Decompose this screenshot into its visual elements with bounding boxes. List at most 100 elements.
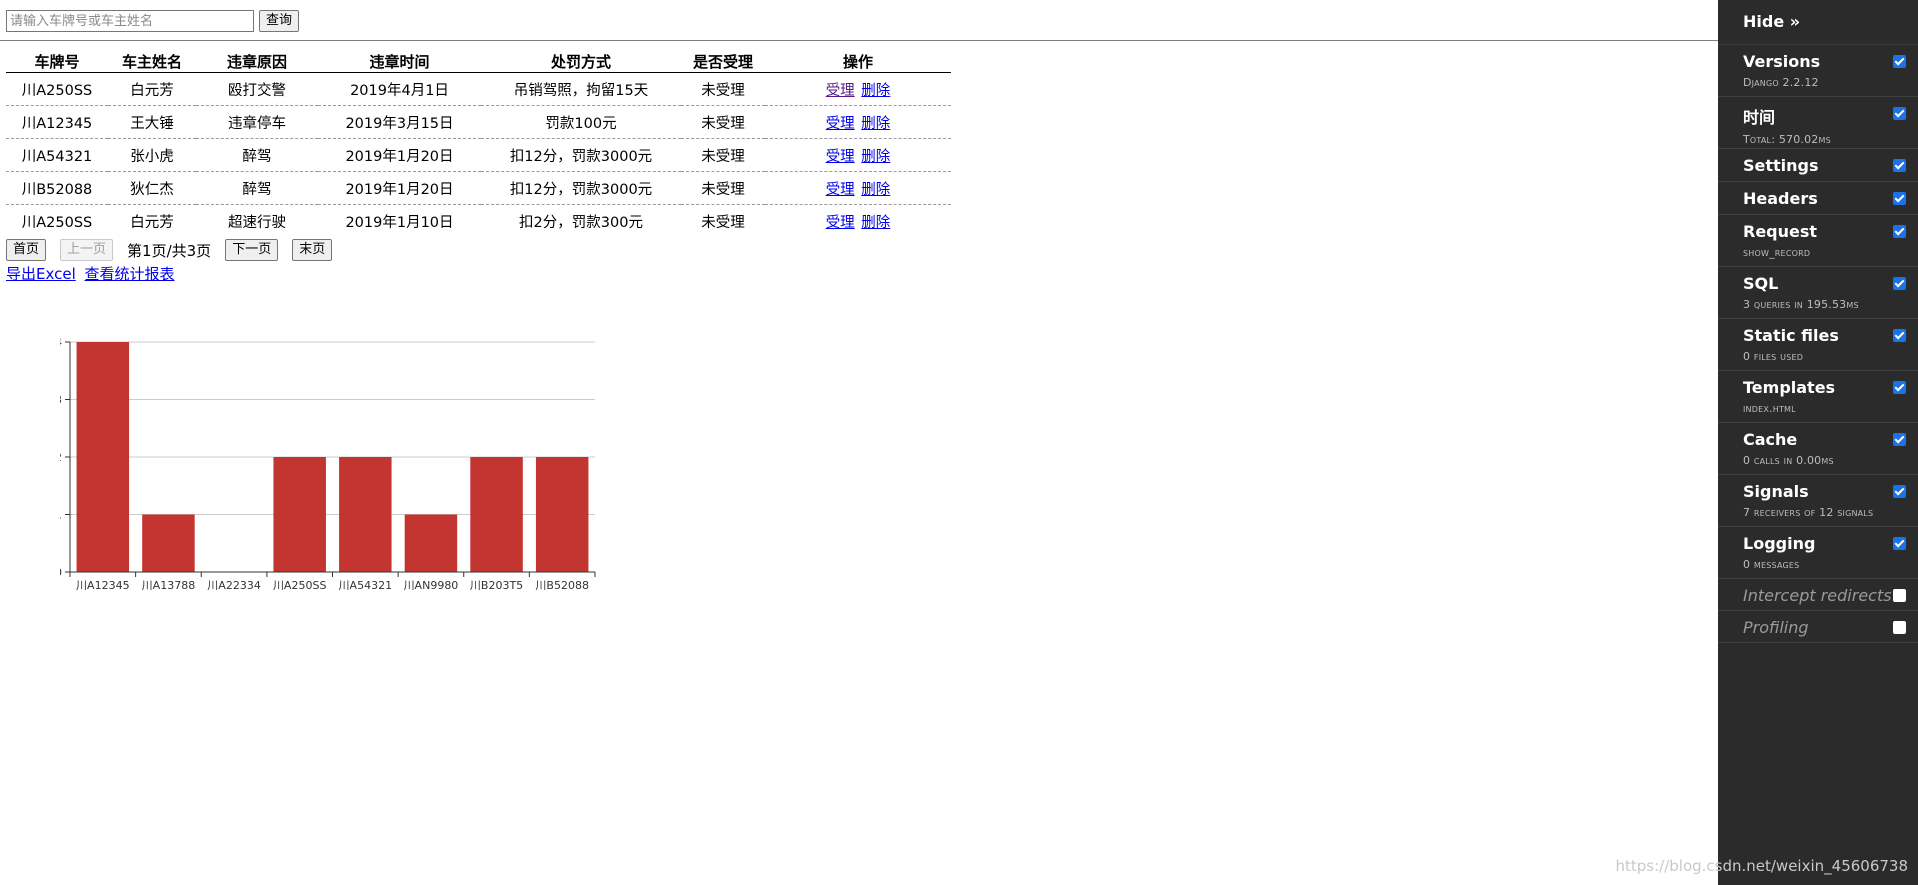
x-tick-label: 川B52088 bbox=[535, 579, 589, 592]
accept-link[interactable]: 受理 bbox=[826, 182, 855, 198]
toolbar-panel-versions[interactable]: Versions Django 2.2.12 bbox=[1718, 45, 1918, 97]
bar-川B52088 bbox=[535, 457, 589, 572]
x-tick-label: 川A13788 bbox=[142, 579, 196, 592]
bar-川A54321 bbox=[339, 457, 392, 572]
panel-toggle-checkbox[interactable] bbox=[1893, 589, 1906, 602]
cell-plate: 川A250SS bbox=[6, 72, 108, 106]
bar-chart: 0 1 2 3 4 川A12345 川A13788 川A22334 川A250SS 川A5432… bbox=[60, 336, 596, 592]
search-button[interactable]: 查询 bbox=[259, 10, 300, 32]
panel-title: Templates bbox=[1743, 378, 1836, 397]
cell-status: 未受理 bbox=[701, 214, 745, 231]
cell-actions: 受理 删除 bbox=[765, 138, 951, 172]
cell-reason: 醉驾 bbox=[196, 138, 318, 172]
toolbar-panel-sql[interactable]: SQL 3 queries in 195.53ms bbox=[1718, 267, 1918, 319]
panel-subtitle: show_record bbox=[1743, 246, 1811, 259]
cell-time: 2019年1月20日 bbox=[318, 138, 481, 172]
pagination: 首页 上一页 第1页/共3页 下一页 末页 bbox=[6, 239, 346, 261]
panel-toggle-checkbox[interactable] bbox=[1893, 107, 1906, 120]
chart-y-tick-labels: 0 1 2 3 4 bbox=[60, 336, 62, 579]
next-page-button[interactable]: 下一页 bbox=[225, 239, 279, 261]
panel-title: Profiling bbox=[1743, 618, 1809, 637]
cell-reason: 殴打交警 bbox=[196, 72, 318, 106]
delete-link[interactable]: 删除 bbox=[861, 182, 890, 198]
column-header-time: 违章时间 bbox=[318, 50, 481, 73]
cell-penalty: 吊销驾照，拘留15天 bbox=[481, 72, 681, 106]
toolbar-panel-headers[interactable]: Headers bbox=[1718, 182, 1918, 215]
export-excel-link[interactable]: 导出Excel bbox=[6, 265, 76, 283]
delete-link[interactable]: 删除 bbox=[861, 83, 890, 99]
cell-actions: 受理 删除 bbox=[765, 105, 951, 139]
panel-toggle-checkbox[interactable] bbox=[1893, 329, 1906, 342]
hide-toolbar-button[interactable]: Hide » bbox=[1718, 0, 1918, 45]
cell-penalty: 扣12分，罚款3000元 bbox=[481, 138, 681, 172]
column-header-status: 是否受理 bbox=[681, 50, 765, 73]
cell-owner: 张小虎 bbox=[108, 138, 196, 172]
y-tick-label: 4 bbox=[60, 336, 62, 349]
view-stats-link[interactable]: 查看统计报表 bbox=[85, 265, 175, 283]
toolbar-panel-static-files[interactable]: Static files 0 files used bbox=[1718, 319, 1918, 371]
panel-title: Settings bbox=[1743, 156, 1819, 175]
panel-toggle-checkbox[interactable] bbox=[1893, 159, 1906, 172]
accept-link[interactable]: 受理 bbox=[826, 149, 855, 165]
first-page-button[interactable]: 首页 bbox=[6, 239, 47, 261]
delete-link[interactable]: 删除 bbox=[861, 149, 890, 165]
toolbar-panel-request[interactable]: Request show_record bbox=[1718, 215, 1918, 267]
accept-link[interactable]: 受理 bbox=[826, 116, 855, 132]
toolbar-panel-profiling[interactable]: Profiling bbox=[1718, 611, 1918, 643]
watermark: https://blog.csdn.net/weixin_45606738 bbox=[1615, 857, 1908, 875]
cell-time: 2019年4月1日 bbox=[318, 72, 481, 106]
delete-link[interactable]: 删除 bbox=[861, 116, 890, 132]
panel-subtitle: Total: 570.02ms bbox=[1743, 133, 1831, 146]
delete-link[interactable]: 删除 bbox=[861, 215, 890, 231]
toolbar-panel-logging[interactable]: Logging 0 messages bbox=[1718, 527, 1918, 579]
column-header-owner: 车主姓名 bbox=[108, 50, 196, 73]
toolbar-panel-templates[interactable]: Templates index.html bbox=[1718, 371, 1918, 423]
cell-status: 未受理 bbox=[681, 72, 765, 106]
x-tick-label: 川A12345 bbox=[76, 579, 130, 592]
column-header-penalty: 处罚方式 bbox=[481, 50, 681, 73]
y-tick-label: 2 bbox=[60, 451, 62, 464]
cell-owner: 白元芳 bbox=[130, 214, 174, 231]
last-page-button[interactable]: 末页 bbox=[292, 239, 333, 261]
link-row: 导出Excel 查看统计报表 bbox=[6, 263, 179, 284]
panel-title: Intercept redirects bbox=[1743, 586, 1892, 605]
toolbar-panel-signals[interactable]: Signals 7 receivers of 12 signals bbox=[1718, 475, 1918, 527]
panel-toggle-checkbox[interactable] bbox=[1893, 485, 1906, 498]
search-input[interactable] bbox=[6, 10, 254, 32]
panel-title: Static files bbox=[1743, 326, 1839, 345]
panel-subtitle: 0 files used bbox=[1743, 350, 1804, 363]
chart-x-tick-labels: 川A12345 川A13788 川A22334 川A250SS 川A54321 川AN99… bbox=[76, 579, 589, 592]
panel-toggle-checkbox[interactable] bbox=[1893, 433, 1906, 446]
debug-toolbar: Hide » Versions Django 2.2.12 时间 Total: 570… bbox=[1615, 0, 1918, 885]
panel-toggle-checkbox[interactable] bbox=[1893, 55, 1906, 68]
cell-time: 2019年3月15日 bbox=[318, 105, 481, 139]
column-header-reason: 违章原因 bbox=[196, 50, 318, 73]
cell-time: 2019年1月10日 bbox=[345, 214, 454, 231]
panel-toggle-checkbox[interactable] bbox=[1893, 621, 1906, 634]
panel-toggle-checkbox[interactable] bbox=[1893, 537, 1906, 550]
panel-subtitle: 7 receivers of 12 signals bbox=[1743, 506, 1874, 519]
prev-page-button[interactable]: 上一页 bbox=[60, 239, 114, 261]
main-content: 查询 车牌号 车主姓名 违章原因 违章时间 处罚方式 是否受理 操作 川A250… bbox=[0, 0, 1718, 885]
toolbar-panel-panel-1[interactable]: 时间 Total: 570.02ms bbox=[1718, 97, 1918, 149]
panel-toggle-checkbox[interactable] bbox=[1893, 225, 1906, 238]
x-tick-label: 川A22334 bbox=[207, 579, 261, 592]
bar-川A250SS bbox=[273, 457, 326, 572]
column-header-plate: 车牌号 bbox=[6, 50, 108, 73]
panel-title: SQL bbox=[1743, 274, 1779, 293]
panel-toggle-checkbox[interactable] bbox=[1893, 192, 1906, 205]
cell-owner: 王大锤 bbox=[108, 105, 196, 139]
table-row: 川A250SS 白元芳 超速行驶 2019年1月10日 扣2分，罚款300元 未… bbox=[6, 205, 951, 238]
panel-toggle-checkbox[interactable] bbox=[1893, 381, 1906, 394]
panel-toggle-checkbox[interactable] bbox=[1893, 277, 1906, 290]
accept-link[interactable]: 受理 bbox=[826, 83, 855, 99]
cell-plate: 川A54321 bbox=[6, 138, 108, 172]
y-tick-label: 3 bbox=[60, 394, 62, 407]
table-row: 川B52088 狄仁杰 醉驾 2019年1月20日 扣12分，罚款3000元 未… bbox=[6, 171, 951, 205]
accept-link[interactable]: 受理 bbox=[826, 215, 855, 231]
toolbar-panel-cache[interactable]: Cache 0 calls in 0.00ms bbox=[1718, 423, 1918, 475]
x-tick-label: 川B203T5 bbox=[470, 579, 523, 592]
toolbar-panel-settings[interactable]: Settings bbox=[1718, 149, 1918, 182]
toolbar-panel-intercept-redirects[interactable]: Intercept redirects bbox=[1718, 579, 1918, 611]
panel-title: Signals bbox=[1743, 482, 1809, 501]
